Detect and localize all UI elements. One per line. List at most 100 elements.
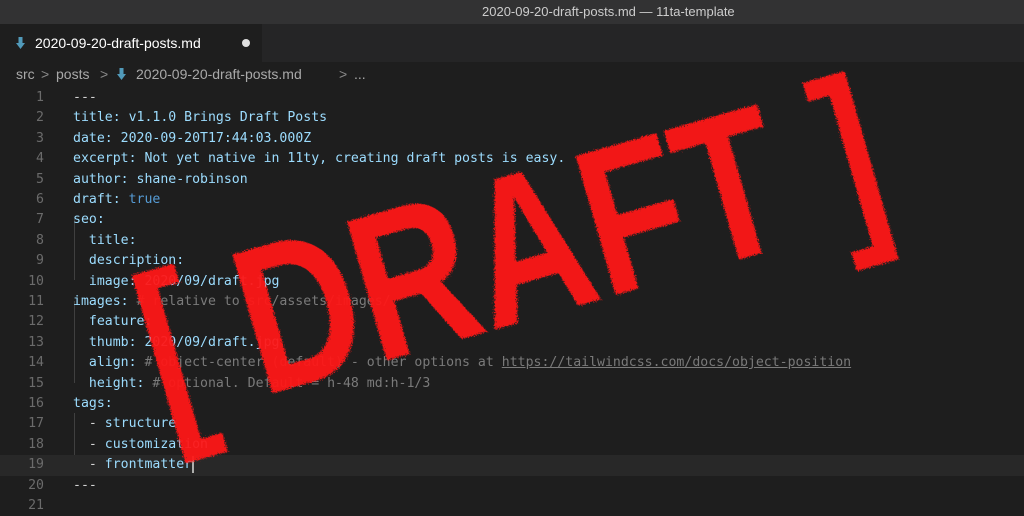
line-number: 7 [36,212,44,228]
line-content: thumb: 2020/09/draft.jpg [73,333,280,353]
yaml-key: --- [73,477,97,493]
line-number: 9 [36,253,44,269]
line-number: 8 [36,232,44,248]
yaml-value: true [120,192,161,207]
code-line[interactable]: 21 [0,496,1024,516]
markdown-down-arrow-icon [117,68,126,80]
line-number: 10 [28,273,44,289]
line-number: 13 [28,334,44,350]
line-content: - customization [73,435,208,455]
yaml-key: --- [73,90,97,105]
line-number: 14 [28,355,44,371]
breadcrumb-separator: > [41,66,50,82]
breadcrumb-separator: > [339,66,348,82]
tab-label: 2020-09-20-draft-posts.md [35,35,201,51]
line-number: 1 [36,90,44,105]
unsaved-dot-icon[interactable] [242,39,250,47]
tab-bar: 2020-09-20-draft-posts.md [0,24,1024,62]
line-content: --- [73,476,97,496]
yaml-key: - [88,416,105,432]
breadcrumb-file[interactable]: 2020-09-20-draft-posts.md [136,62,302,86]
code-line[interactable]: 19 - frontmatter [0,455,1024,476]
yaml-key: align: [88,355,137,371]
yaml-key: seo: [73,212,105,228]
yaml-key: thumb: [88,334,137,350]
line-number: 11 [28,294,44,309]
code-line[interactable]: 7 seo: [0,210,1024,230]
line-number: 17 [28,416,44,432]
code-line[interactable]: 8 title: [0,231,1024,251]
code-line[interactable]: 1 --- [0,88,1024,108]
yaml-key: tags: [73,396,113,411]
code-line[interactable]: 17 - structure [0,414,1024,434]
line-content: - structure [73,414,176,434]
yaml-comment: # optional. Default = h-48 md:h-1/3 [144,375,431,391]
line-number: 5 [36,171,44,187]
breadcrumb-posts[interactable]: posts [56,62,89,86]
breadcrumb-src[interactable]: src [16,62,35,86]
code-line[interactable]: 4 excerpt: Not yet native in 11ty, creati… [0,149,1024,169]
code-line[interactable]: 9 description: [0,251,1024,271]
yaml-key: description: [88,253,185,269]
yaml-key: title: [88,232,137,248]
line-content: author: shane-robinson [73,170,248,190]
yaml-key: title: [73,110,121,126]
code-line[interactable]: 13 thumb: 2020/09/draft.jpg [0,333,1024,353]
code-line[interactable]: 5 author: shane-robinson [0,170,1024,190]
code-line[interactable]: 15 height: # optional. Default = h-48 md… [0,374,1024,394]
code-line[interactable]: 20 --- [0,476,1024,496]
code-line[interactable]: 11 images: # relative to src/assets/image… [0,292,1024,312]
code-line[interactable]: 6 draft: true [0,190,1024,210]
code-line[interactable]: 18 - customization [0,435,1024,455]
breadcrumb: src > posts > 2020-09-20-draft-posts.md … [0,62,1024,86]
line-content: date: 2020-09-20T17:44:03.000Z [73,129,311,149]
breadcrumb-more[interactable]: ... [354,62,366,86]
line-number: 21 [28,498,44,513]
code-line[interactable]: 3 date: 2020-09-20T17:44:03.000Z [0,129,1024,149]
line-number: 6 [36,192,44,207]
yaml-value: customization [104,436,208,452]
yaml-key: author: [73,171,129,187]
line-number: 15 [28,375,44,391]
window-titlebar: 2020-09-20-draft-posts.md — 11ta-templat… [0,0,1024,24]
line-content: title: v1.1.0 Brings Draft Posts [73,108,327,128]
code-line[interactable]: 16 tags: [0,394,1024,414]
yaml-key: draft: [73,192,121,207]
yaml-value: 2020/09/draft.jpg [136,334,280,350]
text-cursor [192,455,195,473]
line-number: 20 [28,477,44,493]
line-number: 12 [28,314,44,330]
code-line[interactable]: 12 feature: [0,312,1024,332]
line-content: - frontmatter [73,455,195,475]
line-content: draft: true [73,190,160,210]
line-content: description: [73,251,184,271]
yaml-value: 2020/09/draft.jpg [136,273,280,289]
yaml-comment: # object-center (default) - other option… [136,355,502,371]
tab-draft-posts[interactable]: 2020-09-20-draft-posts.md [0,24,262,62]
line-number: 4 [36,151,44,167]
yaml-key: height: [88,375,145,391]
yaml-value: Not yet native in 11ty, creating draft p… [136,151,566,167]
code-line[interactable]: 14 align: # object-center (default) - ot… [0,353,1024,373]
yaml-comment: # relative to src/assets/images/ [128,294,391,309]
line-content: image: 2020/09/draft.jpg [73,272,280,292]
code-line[interactable]: 2 title: v1.1.0 Brings Draft Posts [0,108,1024,128]
yaml-value: structure [104,416,177,432]
yaml-key: - [88,457,105,473]
code-editor[interactable]: 1 --- 2 title: v1.1.0 Brings Draft Posts 3 da… [0,88,1024,513]
line-number: 16 [28,396,44,411]
yaml-key: excerpt: [73,151,137,167]
yaml-value: shane-robinson [128,171,248,187]
line-content: tags: [73,394,113,414]
yaml-value: v1.1.0 Brings Draft Posts [120,110,328,126]
code-line[interactable]: 10 image: 2020/09/draft.jpg [0,272,1024,292]
